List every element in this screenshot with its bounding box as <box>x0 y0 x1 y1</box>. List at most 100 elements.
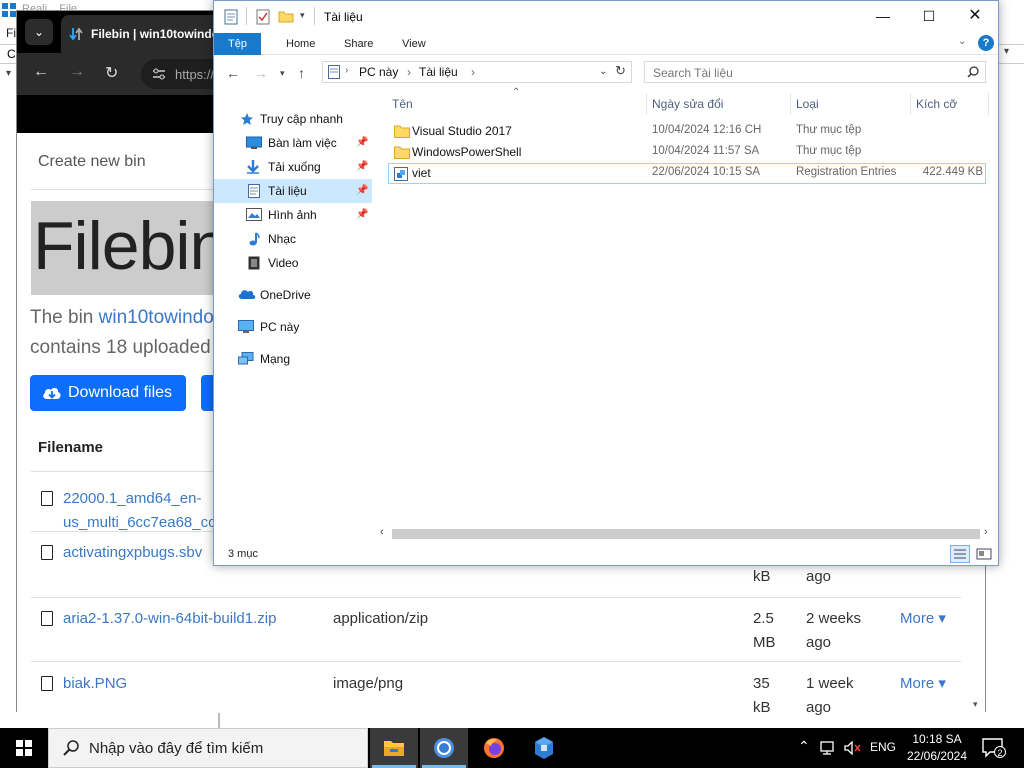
file-age-value: 2 weeks <box>806 610 862 627</box>
download-files-button[interactable]: Download files <box>30 375 186 411</box>
taskbar-file-explorer[interactable] <box>370 728 418 768</box>
site-settings-icon[interactable] <box>151 67 167 81</box>
chevron-right-icon[interactable]: › <box>345 65 348 76</box>
chevron-right-icon[interactable]: › <box>471 65 475 79</box>
tab-share[interactable]: Share <box>330 33 387 55</box>
search-input[interactable]: Search Tài liệu <box>644 61 986 83</box>
status-bar: 3 mục <box>214 543 998 565</box>
taskbar-app-cube[interactable] <box>520 728 568 768</box>
nav-item-downloads[interactable]: Tải xuống 📌 <box>214 155 372 179</box>
up-arrow-icon[interactable]: ↑ <box>298 65 305 81</box>
breadcrumb-pc[interactable]: PC này <box>359 65 398 79</box>
column-header-type[interactable]: Loại <box>796 97 819 111</box>
expand-ribbon-icon[interactable]: ⌄ <box>958 36 966 47</box>
pin-icon[interactable]: 📌 <box>356 137 368 148</box>
refresh-icon[interactable]: ↻ <box>615 63 626 79</box>
chevron-down-icon[interactable]: ▾ <box>1004 46 1009 57</box>
tab-home[interactable]: Home <box>272 33 329 55</box>
divider[interactable] <box>988 93 989 115</box>
start-button[interactable] <box>0 728 48 768</box>
nav-item-music[interactable]: Nhạc <box>214 227 372 251</box>
network-status-icon[interactable] <box>820 741 836 755</box>
pin-icon[interactable]: 📌 <box>356 185 368 196</box>
background-menu-item[interactable]: Fi <box>6 26 16 40</box>
more-dropdown[interactable]: More ▾ <box>900 674 946 692</box>
file-link[interactable]: activatingxpbugs.sbv <box>63 541 202 565</box>
video-icon <box>248 256 262 270</box>
nav-item-network[interactable]: Mạng <box>214 347 372 371</box>
reload-icon[interactable]: ↻ <box>105 63 118 83</box>
recent-locations-icon[interactable]: ▾ <box>280 68 285 79</box>
taskbar-chrome[interactable] <box>420 728 468 768</box>
explorer-title-bar[interactable]: ▾ Tài liệu — ☐ ✕ <box>214 1 998 33</box>
search-placeholder: Search Tài liệu <box>653 66 733 80</box>
pin-icon[interactable]: 📌 <box>356 161 368 172</box>
nav-item-quick-access[interactable]: Truy cập nhanh <box>214 107 372 131</box>
column-header-name[interactable]: Tên <box>392 97 413 111</box>
pin-icon[interactable]: 📌 <box>356 209 368 220</box>
scrollbar-thumb[interactable] <box>392 529 980 539</box>
tab-view[interactable]: View <box>388 33 440 55</box>
file-link[interactable]: biak.PNG <box>63 672 127 696</box>
nav-item-pictures[interactable]: Hình ảnh 📌 <box>214 203 372 227</box>
file-row[interactable]: WindowsPowerShell 10/04/2024 11:57 SA Th… <box>388 142 986 163</box>
show-hidden-icons-icon[interactable]: ⌃ <box>798 738 810 755</box>
close-icon[interactable]: ✕ <box>952 1 998 33</box>
customize-toolbar-icon[interactable]: ▾ <box>300 10 305 21</box>
new-folder-icon[interactable] <box>278 10 294 23</box>
back-arrow-icon[interactable]: ← <box>226 65 240 81</box>
forward-arrow-icon[interactable]: → <box>69 63 85 81</box>
file-name: WindowsPowerShell <box>412 145 522 159</box>
breadcrumb-documents[interactable]: Tài liệu <box>419 65 458 79</box>
app-grid-icon <box>2 3 16 17</box>
nav-item-label: Tài liệu <box>268 184 307 198</box>
divider[interactable] <box>910 93 911 115</box>
nav-item-this-pc[interactable]: PC này <box>214 315 372 339</box>
file-link[interactable]: aria2-1.37.0-win-64bit-build1.zip <box>63 607 276 631</box>
registry-file-icon <box>394 167 408 181</box>
large-icons-view-icon[interactable] <box>976 547 992 561</box>
search-icon[interactable] <box>967 66 979 78</box>
back-arrow-icon[interactable]: ← <box>33 63 49 81</box>
help-icon[interactable]: ? <box>978 35 994 51</box>
file-row[interactable]: viet 22/06/2024 10:15 SA Registration En… <box>388 163 986 184</box>
chevron-left-icon[interactable]: ‹ <box>380 526 384 538</box>
divider[interactable] <box>646 93 647 115</box>
column-header-date[interactable]: Ngày sửa đổi <box>652 97 723 111</box>
system-clock[interactable]: 10:18 SA 22/06/2024 <box>898 731 976 765</box>
taskbar-firefox[interactable] <box>470 728 518 768</box>
sort-ascending-icon[interactable]: ⌃ <box>512 87 520 98</box>
chevron-down-icon[interactable]: ▾ <box>6 68 11 79</box>
details-view-icon[interactable] <box>950 545 970 563</box>
chevron-right-icon[interactable]: › <box>407 65 411 79</box>
chevron-right-icon[interactable]: › <box>984 526 988 538</box>
file-icon <box>41 491 53 506</box>
more-dropdown[interactable]: More ▾ <box>900 609 946 627</box>
nav-item-onedrive[interactable]: OneDrive <box>214 283 372 307</box>
address-row: ← → ▾ ↑ › PC này › Tài liệu › ⌄ ↻ Search… <box>214 55 998 91</box>
divider[interactable] <box>790 93 791 115</box>
minimize-icon[interactable]: — <box>860 1 906 33</box>
properties-icon[interactable] <box>256 9 270 25</box>
nav-item-video[interactable]: Video <box>214 251 372 275</box>
address-bar[interactable]: › PC này › Tài liệu › ⌄ ↻ <box>322 61 632 83</box>
tab-file[interactable]: Tệp <box>214 33 261 55</box>
file-size: 35 kB <box>753 672 771 720</box>
input-language[interactable]: ENG <box>870 740 896 754</box>
forward-arrow-icon[interactable]: → <box>254 65 268 81</box>
column-header-size[interactable]: Kích cỡ <box>916 97 957 111</box>
volume-muted-icon[interactable] <box>844 741 862 755</box>
taskbar-search-box[interactable]: Nhập vào đây để tìm kiếm <box>48 728 368 768</box>
scroll-down-icon[interactable]: ▾ <box>973 699 978 710</box>
nav-item-desktop[interactable]: Bàn làm việc 📌 <box>214 131 372 155</box>
horizontal-scrollbar[interactable]: ‹ › <box>378 525 996 543</box>
document-icon <box>224 9 238 25</box>
tab-search-button[interactable]: ⌄ <box>25 19 53 45</box>
nav-item-documents[interactable]: Tài liệu 📌 <box>214 179 372 203</box>
notifications-icon[interactable]: 2 <box>982 738 1006 758</box>
bin-name-link[interactable]: win10towindo <box>99 307 214 328</box>
create-bin-link[interactable]: Create new bin <box>38 153 146 171</box>
maximize-icon[interactable]: ☐ <box>906 1 952 33</box>
file-row[interactable]: Visual Studio 2017 10/04/2024 12:16 CH T… <box>388 121 986 142</box>
chevron-down-icon[interactable]: ⌄ <box>599 66 607 77</box>
